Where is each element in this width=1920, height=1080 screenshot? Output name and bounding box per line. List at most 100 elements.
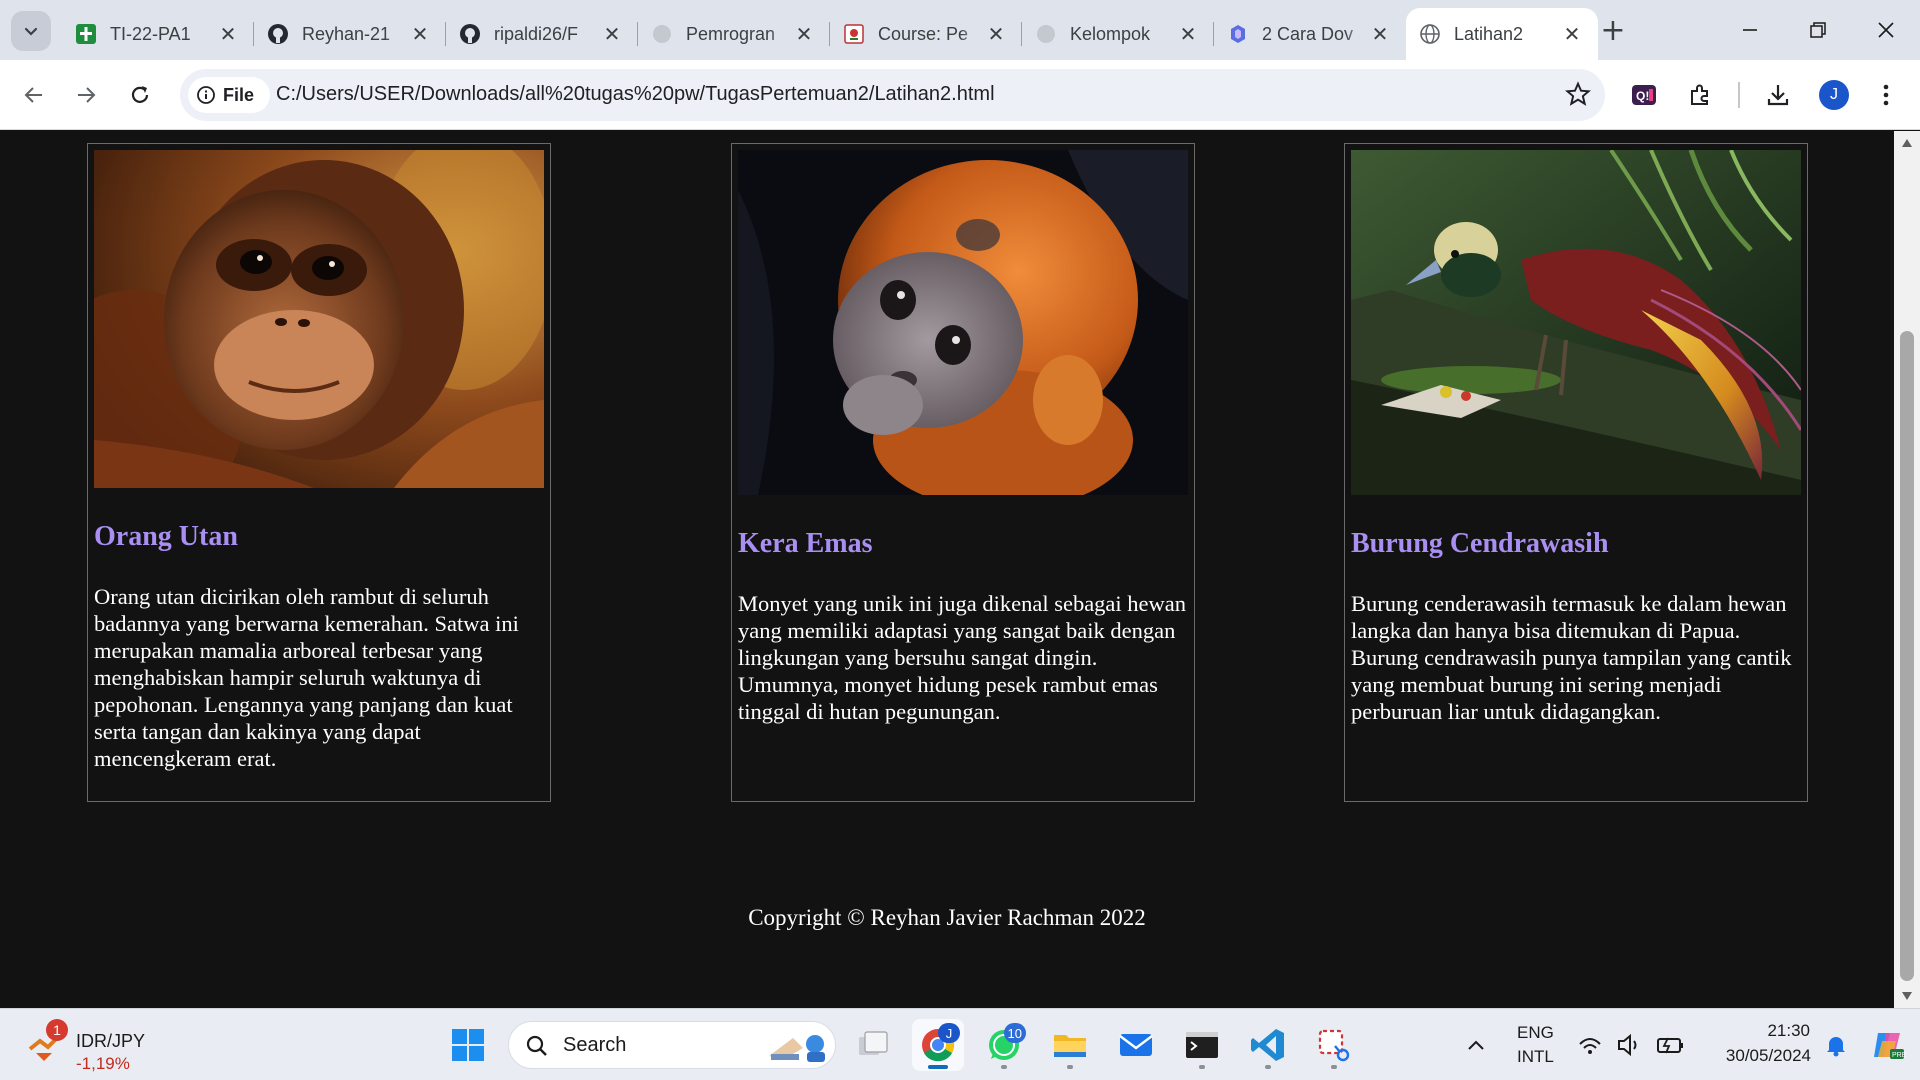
tab-github-ripaldi[interactable]: ripaldi26/F ✕ bbox=[446, 8, 638, 60]
search-icon bbox=[526, 1035, 547, 1056]
tab-pemrograman[interactable]: Pemrogran ✕ bbox=[638, 8, 830, 60]
search-label: Search bbox=[563, 1034, 627, 1056]
minimize-icon bbox=[1743, 29, 1757, 31]
file-label: File bbox=[223, 84, 255, 105]
reload-button[interactable] bbox=[120, 75, 160, 115]
tab-title: Reyhan-21 bbox=[302, 23, 391, 44]
input-language[interactable]: ENG bbox=[1517, 1023, 1554, 1043]
scroll-down-icon[interactable] bbox=[1902, 992, 1912, 1000]
puzzle-icon bbox=[1691, 84, 1708, 105]
back-button[interactable] bbox=[14, 75, 54, 115]
tab-title: Kelompok bbox=[1070, 23, 1151, 44]
tab-latihan2[interactable]: Latihan2 ✕ bbox=[1406, 8, 1598, 60]
search-highlight-icon bbox=[769, 1035, 825, 1062]
scrollbar-thumb[interactable] bbox=[1900, 331, 1914, 981]
taskbar-whatsapp[interactable]: 10 bbox=[978, 1019, 1030, 1071]
tab-title: Latihan2 bbox=[1454, 23, 1524, 44]
close-icon[interactable]: ✕ bbox=[984, 22, 1008, 46]
page-scrollbar[interactable] bbox=[1894, 131, 1920, 1008]
tab-sheets[interactable]: TI-22-PA1 ✕ bbox=[62, 8, 254, 60]
scroll-up-icon[interactable] bbox=[1902, 139, 1912, 147]
close-icon[interactable]: ✕ bbox=[1368, 22, 1392, 46]
globe-icon bbox=[1034, 22, 1058, 46]
market-widget[interactable]: 1 IDR/JPY -1,19% bbox=[26, 1019, 166, 1073]
tab-search-button[interactable] bbox=[11, 11, 51, 51]
tab-kelompok[interactable]: Kelompok ✕ bbox=[1022, 8, 1214, 60]
url-text[interactable]: C:/Users/USER/Downloads/all%20tugas%20pw… bbox=[276, 83, 995, 106]
start-button[interactable] bbox=[442, 1019, 494, 1071]
orangutan-photo bbox=[94, 150, 544, 488]
bird-of-paradise-photo bbox=[1351, 150, 1801, 495]
close-icon bbox=[1878, 22, 1894, 38]
taskbar-snipping-tool[interactable] bbox=[1308, 1019, 1360, 1071]
minimize-button[interactable] bbox=[1716, 0, 1784, 60]
site-icon bbox=[1226, 22, 1250, 46]
address-bar[interactable]: File C:/Users/USER/Downloads/all%20tugas… bbox=[180, 69, 1605, 121]
copilot-button[interactable]: PRE bbox=[1864, 1019, 1912, 1071]
card-description: Burung cenderawasih termasuk ke dalam he… bbox=[1351, 591, 1792, 724]
show-hidden-icons-button[interactable] bbox=[1453, 1019, 1499, 1071]
tab-strip: TI-22-PA1 ✕ Reyhan-21 ✕ ripaldi26/F ✕ Pe… bbox=[0, 0, 1920, 60]
arrow-left-icon bbox=[24, 87, 42, 103]
tab-github-reyhan[interactable]: Reyhan-21 ✕ bbox=[254, 8, 446, 60]
close-icon[interactable]: ✕ bbox=[792, 22, 816, 46]
clock-time[interactable]: 21:30 bbox=[1750, 1021, 1810, 1041]
taskbar: 1 IDR/JPY -1,19% Search J 10 ENG INTL 21… bbox=[0, 1008, 1920, 1080]
notifications-button[interactable] bbox=[1816, 1019, 1856, 1071]
taskbar-search[interactable]: Search bbox=[508, 1021, 836, 1069]
close-window-button[interactable] bbox=[1852, 0, 1920, 60]
taskbar-file-explorer[interactable] bbox=[1044, 1019, 1096, 1071]
chevron-up-icon bbox=[1468, 1040, 1484, 1050]
downloads-button[interactable] bbox=[1758, 75, 1798, 115]
input-layout[interactable]: INTL bbox=[1517, 1047, 1554, 1067]
copilot-icon: PRE bbox=[1874, 1033, 1906, 1059]
task-view-icon bbox=[859, 1031, 888, 1055]
download-icon bbox=[1767, 85, 1789, 106]
page-viewport: Orang Utan Orang utan dicirikan oleh ram… bbox=[0, 131, 1894, 1008]
extension-ai-button[interactable]: Q! bbox=[1624, 75, 1664, 115]
close-icon[interactable]: ✕ bbox=[1176, 22, 1200, 46]
svg-text:Q!: Q! bbox=[1636, 89, 1649, 103]
reload-icon bbox=[131, 86, 149, 103]
star-icon bbox=[1564, 81, 1592, 106]
window-controls bbox=[1716, 0, 1920, 60]
tab-title: TI-22-PA1 bbox=[110, 23, 191, 44]
forward-button[interactable] bbox=[66, 75, 106, 115]
card-title: Kera Emas bbox=[738, 528, 873, 559]
tab-course[interactable]: Course: Pe ✕ bbox=[830, 8, 1022, 60]
tab-title: Course: Pe bbox=[878, 23, 969, 44]
info-icon bbox=[197, 86, 215, 104]
close-icon[interactable]: ✕ bbox=[1560, 22, 1584, 46]
new-tab-button[interactable]: + bbox=[1595, 12, 1631, 48]
browser-menu-button[interactable] bbox=[1866, 75, 1906, 115]
taskbar-vscode[interactable] bbox=[1242, 1019, 1294, 1071]
site-info-chip[interactable]: File bbox=[188, 77, 270, 113]
card-description: Orang utan dicirikan oleh rambut di selu… bbox=[94, 584, 519, 771]
card-title: Orang Utan bbox=[94, 521, 238, 552]
page-footer: Copyright © Reyhan Javier Rachman 2022 bbox=[748, 905, 1146, 930]
clock-date[interactable]: 30/05/2024 bbox=[1701, 1046, 1811, 1066]
animal-card-cendrawasih: Burung Cendrawasih Burung cenderawasih t… bbox=[1344, 143, 1808, 802]
tab-title: ripaldi26/F bbox=[494, 23, 579, 44]
extensions-button[interactable] bbox=[1680, 75, 1720, 115]
more-vertical-icon bbox=[1883, 84, 1889, 106]
restore-icon bbox=[1810, 22, 1826, 38]
taskbar-terminal[interactable] bbox=[1176, 1019, 1228, 1071]
close-icon[interactable]: ✕ bbox=[600, 22, 624, 46]
tab-list: TI-22-PA1 ✕ Reyhan-21 ✕ ripaldi26/F ✕ Pe… bbox=[62, 8, 1598, 60]
profile-button[interactable]: J bbox=[1814, 75, 1854, 115]
bookmark-star-button[interactable] bbox=[1564, 81, 1592, 111]
terminal-icon bbox=[1186, 1032, 1218, 1058]
restore-button[interactable] bbox=[1784, 0, 1852, 60]
taskbar-mail[interactable] bbox=[1110, 1019, 1162, 1071]
task-view-button[interactable] bbox=[847, 1019, 899, 1071]
close-icon[interactable]: ✕ bbox=[216, 22, 240, 46]
mail-icon bbox=[1119, 1034, 1153, 1056]
taskbar-chrome[interactable]: J bbox=[912, 1019, 964, 1071]
card-title: Burung Cendrawasih bbox=[1351, 528, 1609, 559]
close-icon[interactable]: ✕ bbox=[408, 22, 432, 46]
tab-cara-download[interactable]: 2 Cara Dov ✕ bbox=[1214, 8, 1406, 60]
quick-settings-button[interactable] bbox=[1572, 1019, 1700, 1071]
browser-toolbar: File C:/Users/USER/Downloads/all%20tugas… bbox=[0, 60, 1920, 130]
vscode-icon bbox=[1251, 1029, 1284, 1061]
